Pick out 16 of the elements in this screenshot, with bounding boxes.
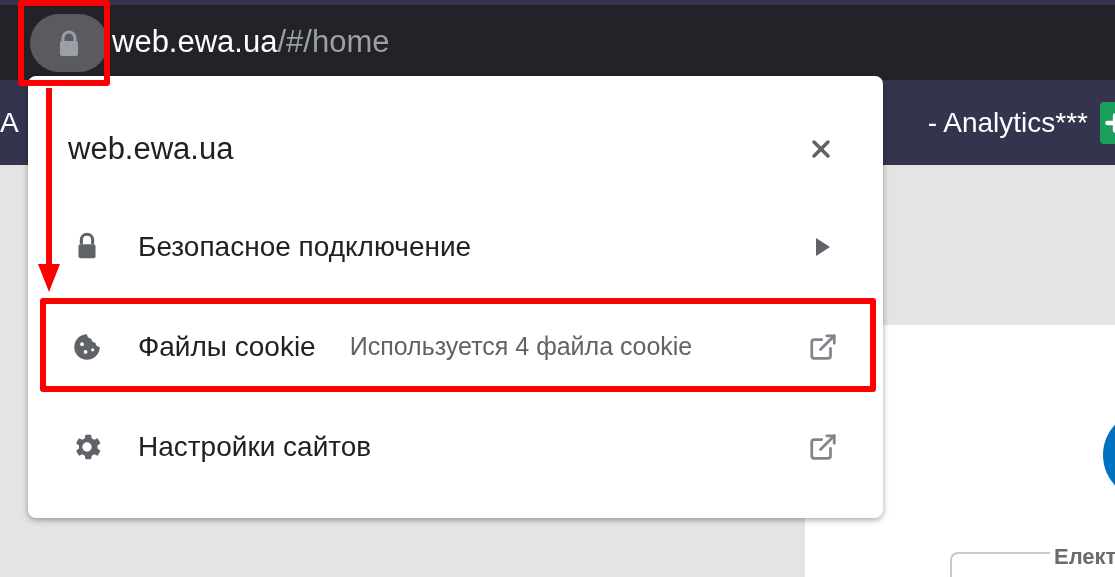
- item-label: Настройки сайтов: [138, 430, 372, 464]
- external-link-icon: [808, 332, 838, 362]
- lock-icon: [58, 29, 80, 56]
- url-text[interactable]: web.ewa.ua/#/home: [112, 19, 390, 66]
- external-link-icon: [808, 432, 838, 462]
- bookmark-link[interactable]: - Analytics***: [927, 101, 1088, 144]
- play-triangle-icon: [816, 238, 830, 256]
- popup-menu-item[interactable]: Настройки сайтов: [28, 397, 883, 497]
- item-label: Файлы cookie: [138, 330, 316, 364]
- popup-title: web.ewa.ua: [68, 129, 234, 168]
- bookmark-link[interactable]: A: [0, 101, 19, 144]
- popup-menu-item[interactable]: Безопасное подключение: [28, 197, 883, 297]
- legend-text: Елект: [1054, 543, 1115, 571]
- popup-menu-item[interactable]: Файлы cookie Используется 4 файла cookie: [28, 297, 883, 397]
- item-detail: Используется 4 файла cookie: [349, 331, 693, 363]
- item-label: Безопасное подключение: [138, 230, 472, 264]
